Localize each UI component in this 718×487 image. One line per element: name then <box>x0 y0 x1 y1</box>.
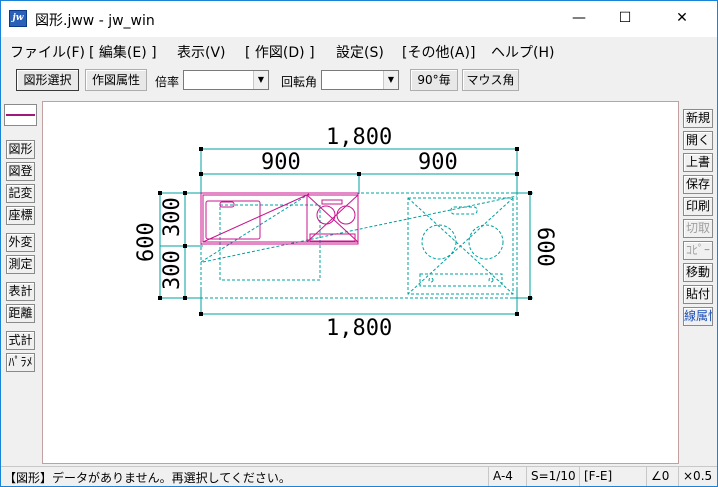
left-button-external-change[interactable]: 外変 <box>6 233 35 252</box>
counter-outline <box>200 192 518 299</box>
right-button-cut[interactable]: 切取 <box>683 219 713 238</box>
left-button-parameter[interactable]: ﾊﾟﾗﾒ <box>6 353 35 372</box>
dim-top-left: 900 <box>261 150 301 175</box>
status-layer[interactable]: [F-E] <box>579 467 646 486</box>
app-window: jw 図形.jww - jw_win — ☐ ✕ ファイル(F) [ 編集(E)… <box>0 0 718 487</box>
window-title: 図形.jww - jw_win <box>35 13 155 29</box>
select-figure-button[interactable]: 図形選択 <box>16 69 79 91</box>
dim-top-total: 1,800 <box>326 125 392 150</box>
right-button-move[interactable]: 移動 <box>683 263 713 282</box>
menu-bar: ファイル(F) [ 編集(E) ] 表示(V) [ 作図(D) ] 設定(S) … <box>1 37 717 65</box>
right-button-open[interactable]: 開く <box>683 131 713 150</box>
cad-drawing: 1,800 900 900 1,800 600 300 300 600 <box>134 125 557 341</box>
left-button-symbol-change[interactable]: 記変 <box>6 184 35 203</box>
left-button-distance[interactable]: 距離 <box>6 304 35 323</box>
line-type-swatch[interactable] <box>4 104 37 126</box>
rotation-combo[interactable]: ▼ <box>321 70 399 90</box>
close-button[interactable]: ✕ <box>659 1 705 37</box>
dim-bottom-total: 1,800 <box>326 316 392 341</box>
status-bar: 【図形】データがありません。再選択してください。 A-4 S=1/10 [F-E… <box>1 466 717 486</box>
title-bar: jw 図形.jww - jw_win — ☐ ✕ <box>1 1 717 37</box>
right-button-line-attributes[interactable]: 線属性 <box>683 307 713 326</box>
dim-right-total: 600 <box>532 227 557 267</box>
mouse-angle-button[interactable]: マウス角 <box>462 69 519 91</box>
right-button-overwrite[interactable]: 上書 <box>683 153 713 172</box>
menu-draw[interactable]: [ 作図(D) ] <box>245 42 315 62</box>
menu-help[interactable]: ヘルプ(H) <box>491 42 554 62</box>
minimize-button[interactable]: — <box>556 1 602 37</box>
dim-left-bottom: 300 <box>160 250 185 290</box>
sink-figure <box>200 192 359 245</box>
menu-file[interactable]: ファイル(F) <box>10 42 85 62</box>
left-button-formula-calc[interactable]: 式計 <box>6 331 35 350</box>
dim-left-total: 600 <box>134 222 159 262</box>
right-button-copy[interactable]: ｺﾋﾟｰ <box>683 241 713 260</box>
menu-view[interactable]: 表示(V) <box>177 42 226 62</box>
ninety-degree-button[interactable]: 90°毎 <box>410 69 458 91</box>
left-button-table-calc[interactable]: 表計 <box>6 282 35 301</box>
menu-other[interactable]: [その他(A)] <box>402 42 475 62</box>
left-button-register-figure[interactable]: 図登 <box>6 162 35 181</box>
right-button-paste[interactable]: 貼付 <box>683 285 713 304</box>
left-button-coordinates[interactable]: 座標 <box>6 206 35 225</box>
menu-settings[interactable]: 設定(S) <box>336 42 384 62</box>
status-zoom[interactable]: ×0.5 <box>678 467 717 486</box>
status-scale[interactable]: S=1/10 <box>526 467 579 486</box>
chevron-down-icon[interactable]: ▼ <box>383 71 398 89</box>
right-button-print[interactable]: 印刷 <box>683 197 713 216</box>
scale-label: 倍率 <box>155 75 180 89</box>
right-button-save[interactable]: 保存 <box>683 175 713 194</box>
maximize-button[interactable]: ☐ <box>602 1 648 37</box>
right-button-new[interactable]: 新規 <box>683 109 713 128</box>
left-button-figure[interactable]: 図形 <box>6 140 35 159</box>
dimension-markers <box>158 147 532 316</box>
chevron-down-icon[interactable]: ▼ <box>253 71 268 89</box>
drawing-attributes-button[interactable]: 作図属性 <box>85 69 147 91</box>
jw-app-icon: jw <box>9 10 27 27</box>
scale-combo[interactable]: ▼ <box>183 70 269 90</box>
status-angle[interactable]: ∠0 <box>646 467 678 486</box>
tool-bar: 図形選択 作図属性 倍率 ▼ 回転角 ▼ 90°毎 マウス角 <box>1 67 717 95</box>
status-paper-size[interactable]: A-4 <box>488 467 526 486</box>
rotation-label: 回転角 <box>281 75 318 89</box>
drawing-canvas[interactable]: 1,800 900 900 1,800 600 300 300 600 <box>42 101 679 464</box>
status-message: 【図形】データがありません。再選択してください。 <box>4 471 291 485</box>
dim-left-top: 300 <box>160 197 185 237</box>
menu-edit[interactable]: [ 編集(E) ] <box>89 42 157 62</box>
dim-top-right: 900 <box>418 150 458 175</box>
left-button-measure[interactable]: 測定 <box>6 255 35 274</box>
